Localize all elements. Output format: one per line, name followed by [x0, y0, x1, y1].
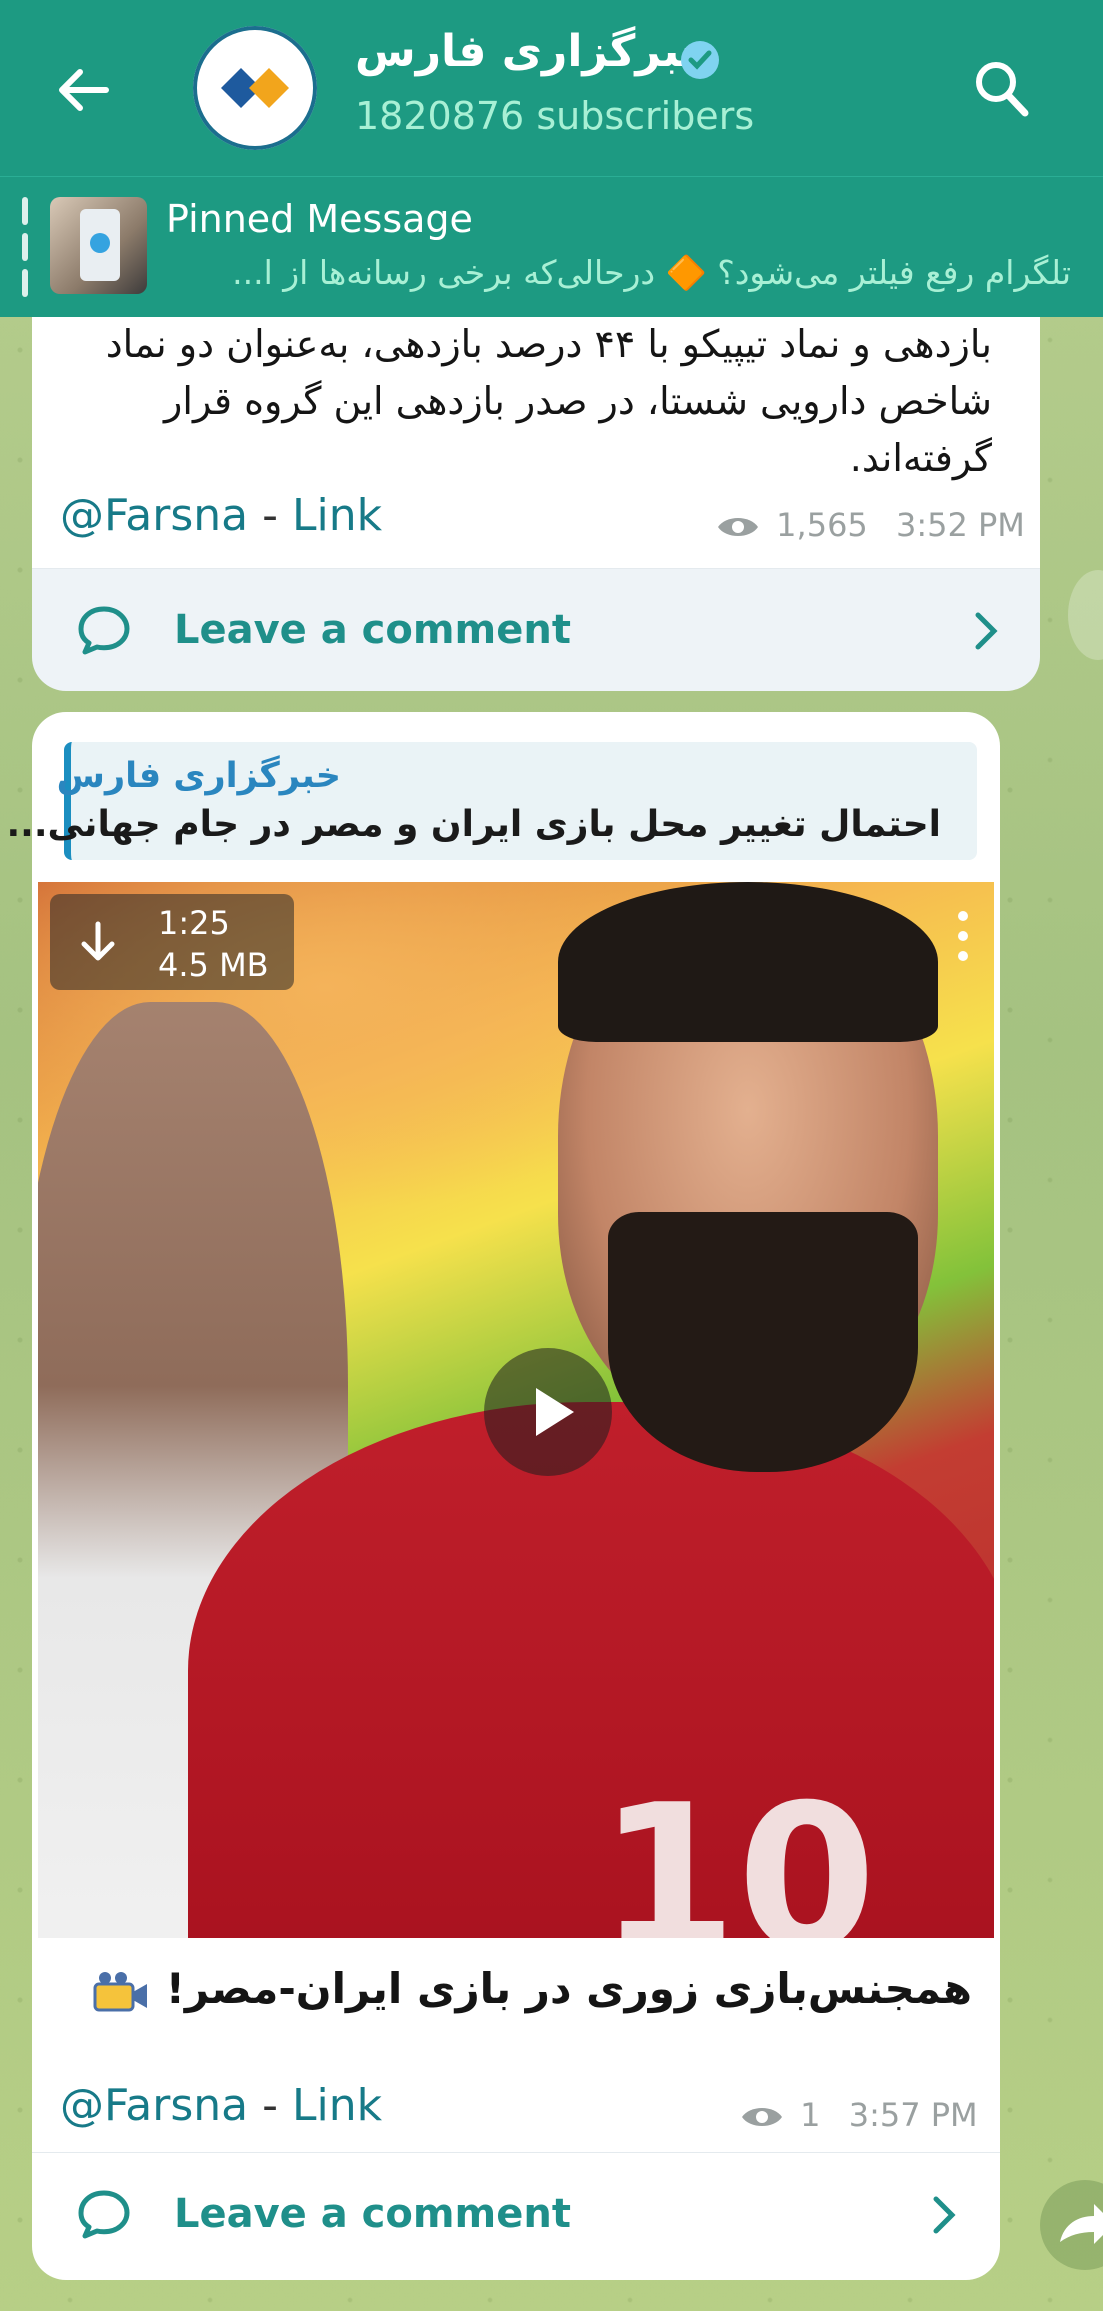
comment-icon [78, 606, 130, 655]
reply-text: احتمال تغییر محل بازی ایران و مصر در جام… [6, 804, 941, 845]
source-handle[interactable]: @Farsna [60, 2080, 248, 2131]
view-count: 1,565 [776, 506, 868, 544]
share-arrow-icon [1060, 2204, 1103, 2244]
message-time: 3:57 PM [848, 2096, 978, 2134]
reply-author: خبرگزاری فارس [56, 756, 341, 796]
pinned-title: Pinned Message [166, 197, 473, 241]
video-duration: 1:25 [158, 904, 230, 942]
message-caption: همجنس‌بازی زوری در بازی ایران-مصر! [79, 1964, 972, 2014]
signature-separator: - [248, 2080, 292, 2131]
comment-label: Leave a comment [174, 2191, 571, 2237]
comment-icon [78, 2190, 130, 2239]
view-count: 1 [800, 2096, 821, 2134]
channel-avatar[interactable] [193, 26, 317, 150]
message-signature: @Farsna - Link [60, 490, 382, 541]
pinned-thumbnail [50, 197, 147, 294]
search-icon[interactable] [972, 56, 1032, 120]
jersey-number: 10 [598, 1762, 877, 1938]
message-signature: @Farsna - Link [60, 2080, 382, 2131]
play-icon[interactable] [484, 1348, 612, 1476]
reply-preview[interactable]: خبرگزاری فارس احتمال تغییر محل بازی ایرا… [6, 742, 977, 860]
source-link[interactable]: Link [292, 490, 382, 541]
video-player[interactable]: 10 1:25 4.5 MB [38, 882, 994, 1938]
message-bubble: خبرگزاری فارس احتمال تغییر محل بازی ایرا… [6, 712, 1000, 2280]
video-frame-hair [558, 882, 938, 1042]
channel-header: خبرگزاری فارس 1820876 subscribers [0, 0, 1103, 176]
pinned-message-bar[interactable]: Pinned Message تلگرام رفع فیلتر می‌شود؟ … [0, 176, 1103, 317]
download-arrow-icon [81, 921, 115, 961]
back-arrow-icon[interactable] [54, 60, 114, 120]
message-time: 3:52 PM [895, 506, 1025, 544]
pinned-indicator [22, 197, 28, 297]
subscriber-count: 1820876 subscribers [355, 94, 755, 138]
verified-badge-icon [678, 38, 722, 82]
message-meta: 1 3:57 PM [740, 2096, 978, 2134]
video-frame-beard [608, 1212, 918, 1472]
source-link[interactable]: Link [292, 2080, 382, 2131]
message-text: بازدهی و نماد تیپیکو با ۴۴ درصد بازدهی، … [105, 322, 992, 480]
comment-button[interactable]: Leave a comment [32, 2152, 1000, 2275]
caption-text: همجنس‌بازی زوری در بازی ایران-مصر! [165, 1964, 972, 2013]
source-handle[interactable]: @Farsna [60, 490, 248, 541]
more-vertical-icon[interactable] [948, 906, 978, 966]
video-camera-icon [93, 1971, 148, 2011]
chevron-right-icon [933, 2196, 956, 2234]
views-icon [742, 2108, 782, 2126]
chevron-right-icon [975, 612, 998, 650]
comment-button[interactable]: Leave a comment [32, 568, 1040, 691]
video-size: 4.5 MB [158, 946, 269, 984]
signature-separator: - [248, 490, 292, 541]
share-button[interactable] [1040, 2180, 1103, 2270]
channel-title[interactable]: خبرگزاری فارس [355, 26, 712, 86]
comment-label: Leave a comment [174, 607, 571, 653]
message-meta: 1,565 3:52 PM [716, 506, 1025, 544]
views-icon [718, 518, 758, 536]
download-badge[interactable]: 1:25 4.5 MB [50, 894, 294, 990]
pinned-preview: تلگرام رفع فیلتر می‌شود؟ 🔶 درحالی‌که برخ… [232, 253, 1071, 292]
